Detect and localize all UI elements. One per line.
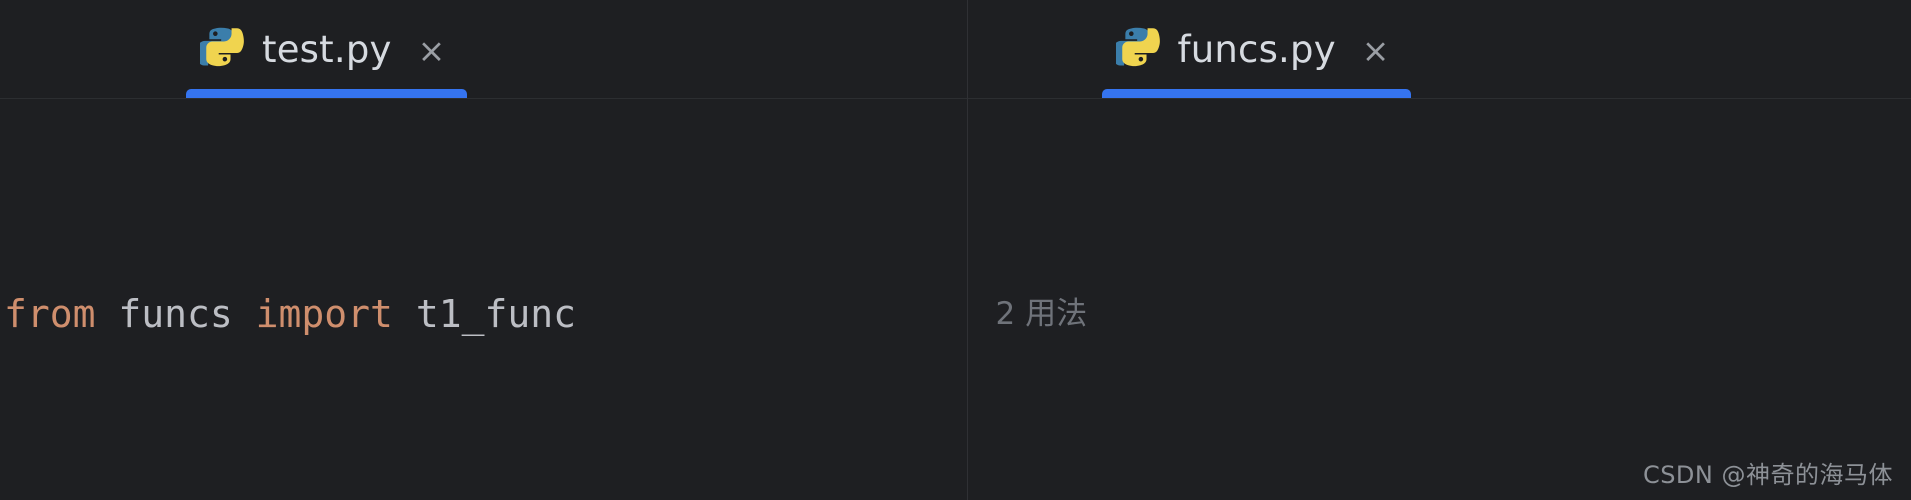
tab-funcs-py[interactable]: funcs.py × [1101,0,1412,98]
python-file-icon [196,25,244,73]
token-keyword-from: from [4,292,96,336]
tab-title-funcs-py: funcs.py [1177,27,1336,71]
tab-test-py[interactable]: test.py × [186,0,468,98]
split-editor: test.py × from funcs import t1_func t1_f… [0,0,1911,500]
code-editor-test-py[interactable]: from funcs import t1_func t1_func(num1:1… [0,99,967,500]
active-tab-indicator [1101,89,1412,98]
editor-pane-funcs-py: funcs.py × 2 用法 def t1_func(num1, num2):… [966,0,1911,500]
tab-bar-right: funcs.py × [967,0,1911,99]
code-vision-usages[interactable]: 2 用法 [996,285,1911,343]
token-name-t1-func: t1_func [392,292,576,336]
python-file-icon [1112,25,1160,73]
active-tab-indicator [186,89,468,98]
watermark: CSDN @神奇的海马体 [1642,461,1893,489]
token-module-funcs: funcs [95,292,256,336]
tab-bar-left: test.py × [0,0,967,99]
code-editor-funcs-py[interactable]: 2 用法 def t1_func(num1, num2): sum = num1… [968,99,1911,500]
token-keyword-import: import [255,292,393,336]
close-icon[interactable]: × [418,34,446,67]
tab-title-test-py: test.py [262,27,392,71]
code-line: from funcs import t1_func [4,285,967,343]
close-icon[interactable]: × [1362,34,1390,67]
editor-pane-test-py: test.py × from funcs import t1_func t1_f… [0,0,967,500]
